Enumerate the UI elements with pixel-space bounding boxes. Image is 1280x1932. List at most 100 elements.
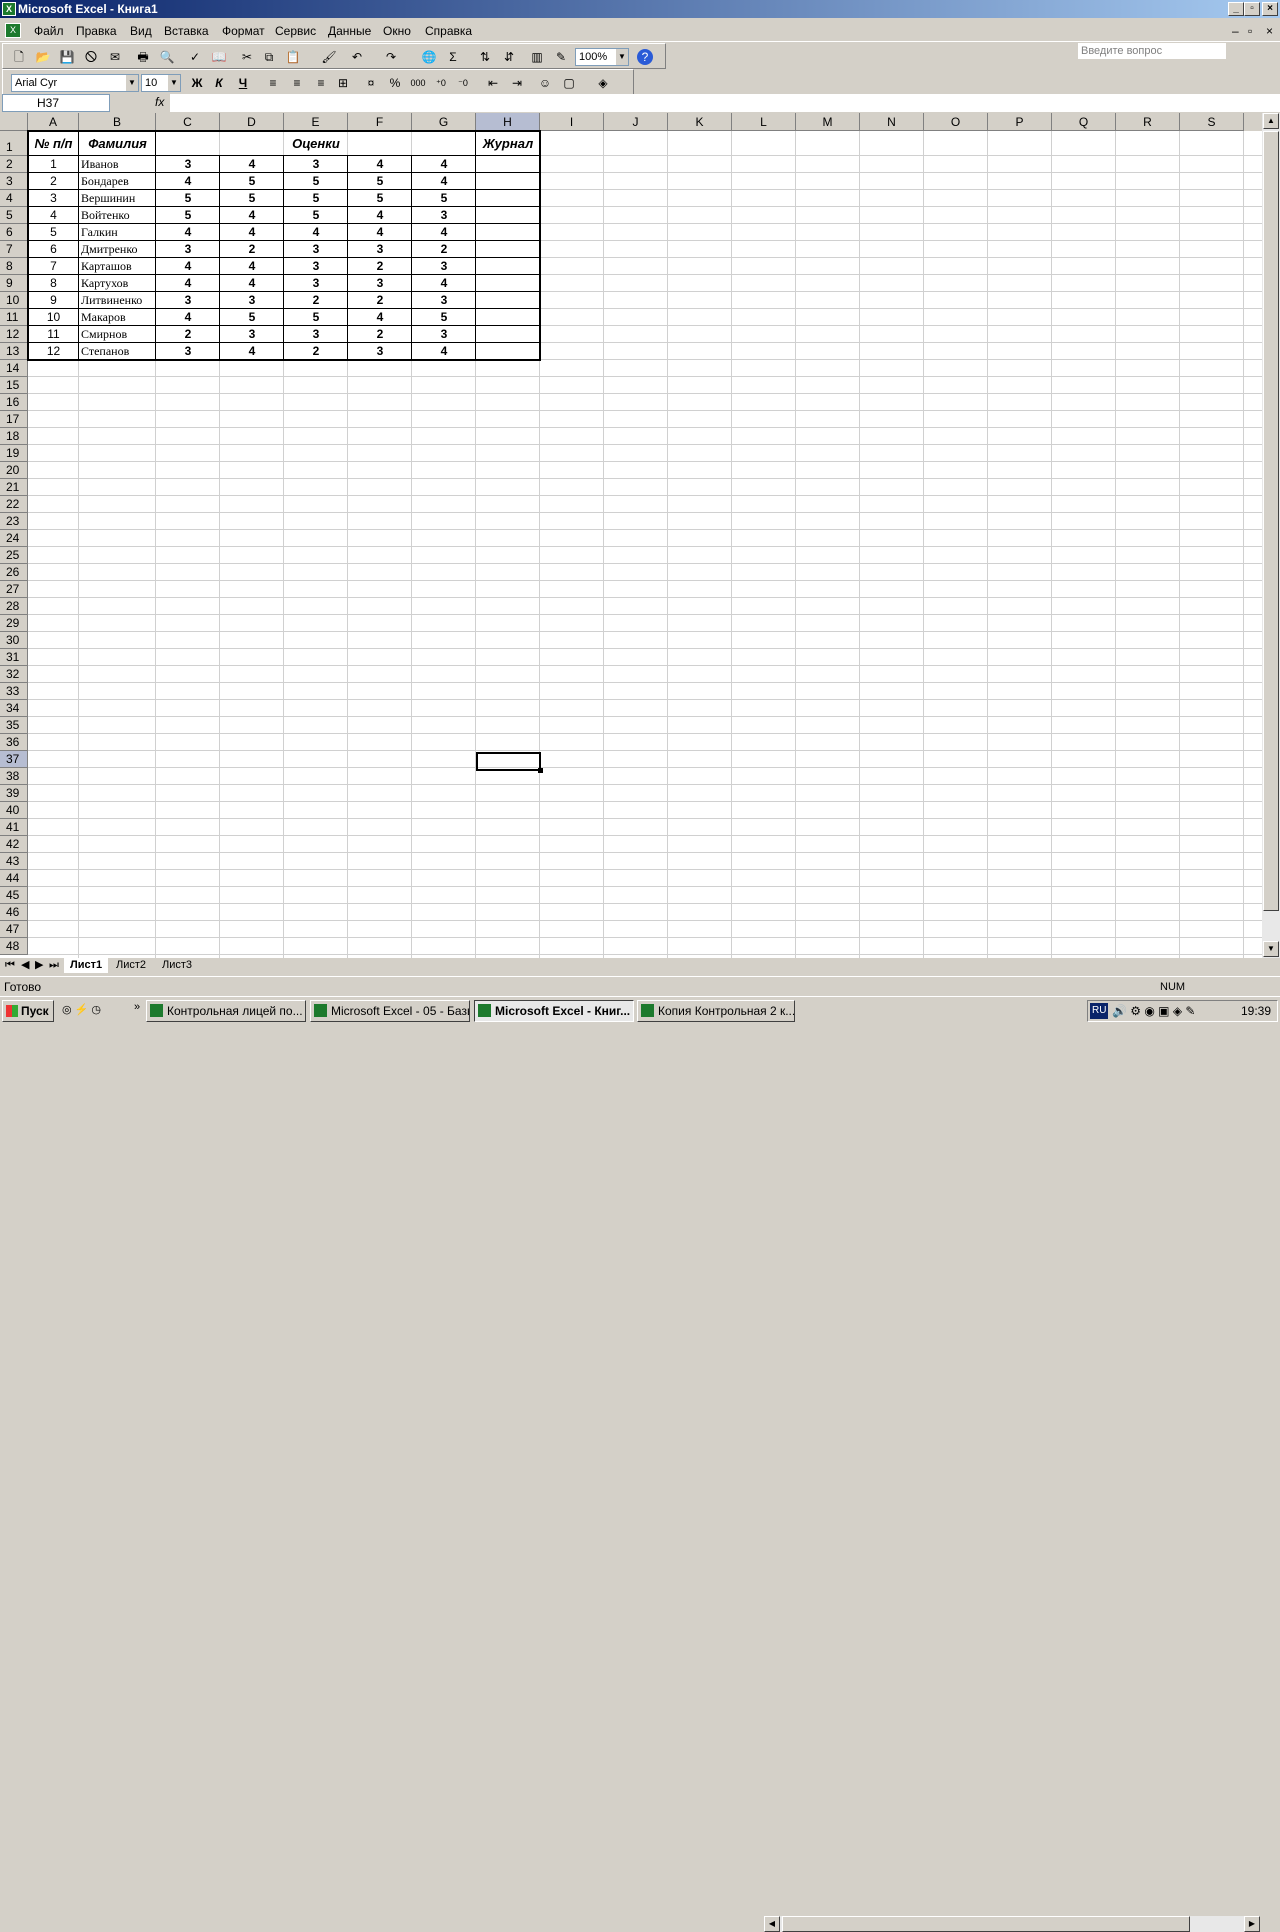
sheet-tab-3[interactable]: Лист3 <box>156 958 198 973</box>
row-header[interactable]: 43 <box>0 853 28 870</box>
active-cell-selection[interactable] <box>476 752 543 773</box>
row-header[interactable]: 44 <box>0 870 28 887</box>
row-header[interactable]: 19 <box>0 445 28 462</box>
help-icon[interactable]: ? <box>637 49 653 65</box>
column-header[interactable]: D <box>220 113 284 131</box>
column-header[interactable]: J <box>604 113 668 131</box>
row-header[interactable]: 45 <box>0 887 28 904</box>
increase-decimal-icon[interactable]: ⁺0 <box>433 75 449 91</box>
row-header[interactable]: 46 <box>0 904 28 921</box>
row-header[interactable]: 31 <box>0 649 28 666</box>
align-center-icon[interactable]: ≡ <box>289 75 305 91</box>
row-header[interactable]: 41 <box>0 819 28 836</box>
task-button-3[interactable]: Microsoft Excel - Книг... <box>474 1000 634 1022</box>
quicklaunch-more-icon[interactable]: » <box>134 1001 140 1013</box>
research-icon[interactable]: 📖 <box>211 49 227 65</box>
column-header[interactable]: B <box>79 113 156 131</box>
font-select[interactable]: Arial Cyr ▼ <box>11 74 139 92</box>
font-size-select[interactable]: 10 ▼ <box>141 74 181 92</box>
row-header[interactable]: 8 <box>0 258 28 275</box>
prev-sheet-icon[interactable]: ◀ <box>18 958 32 973</box>
open-icon[interactable]: 📂 <box>35 49 51 65</box>
row-header[interactable]: 17 <box>0 411 28 428</box>
doc-close-icon[interactable]: × <box>1266 24 1273 38</box>
maximize-button[interactable]: ▫ <box>1244 2 1260 16</box>
percent-button[interactable]: % <box>387 75 403 91</box>
print-icon[interactable]: 🖶 <box>135 49 151 65</box>
new-icon[interactable]: 🗋 <box>11 49 27 65</box>
start-button[interactable]: Пуск <box>2 1000 54 1022</box>
row-header[interactable]: 28 <box>0 598 28 615</box>
formula-input[interactable] <box>170 94 1280 112</box>
row-header[interactable]: 15 <box>0 377 28 394</box>
row-header[interactable]: 35 <box>0 717 28 734</box>
column-header[interactable]: E <box>284 113 348 131</box>
row-header[interactable]: 11 <box>0 309 28 326</box>
row-header[interactable]: 26 <box>0 564 28 581</box>
menu-edit[interactable]: Правка <box>76 24 117 38</box>
merge-center-icon[interactable]: ⊞ <box>335 75 351 91</box>
row-header[interactable]: 10 <box>0 292 28 309</box>
first-sheet-icon[interactable]: ⏮ <box>2 958 18 973</box>
sort-ascending-icon[interactable]: ⇅ <box>477 49 493 65</box>
copy-icon[interactable]: ⧉ <box>261 49 277 65</box>
column-header[interactable]: M <box>796 113 860 131</box>
worksheet-grid[interactable]: ABCDEFGHIJKLMNOPQRS 1 2 3 4 5 6 7 8 9 10 11 12 13 14 1… <box>0 113 1262 958</box>
row-header[interactable]: 32 <box>0 666 28 683</box>
h-scroll-thumb[interactable] <box>782 1916 1190 1932</box>
row-header[interactable]: 37 <box>0 751 28 768</box>
row-header[interactable]: 7 <box>0 241 28 258</box>
borders-icon[interactable]: ▢ <box>561 75 577 91</box>
decrease-indent-icon[interactable]: ⇤ <box>485 75 501 91</box>
row-header[interactable]: 40 <box>0 802 28 819</box>
hyperlink-icon[interactable]: 🌐 <box>421 49 437 65</box>
row-header[interactable]: 38 <box>0 768 28 785</box>
row-header[interactable]: 33 <box>0 683 28 700</box>
undo-icon[interactable]: ↶ <box>349 49 365 65</box>
name-box[interactable]: H37 <box>2 94 110 112</box>
row-header[interactable]: 9 <box>0 275 28 292</box>
paste-icon[interactable]: 📋 <box>285 49 301 65</box>
column-header[interactable]: O <box>924 113 988 131</box>
doc-minimize-icon[interactable]: – <box>1232 24 1239 38</box>
sheet-tab-2[interactable]: Лист2 <box>110 958 152 973</box>
align-left-icon[interactable]: ≡ <box>265 75 281 91</box>
row-header[interactable]: 21 <box>0 479 28 496</box>
vertical-scrollbar[interactable]: ▲ ▼ <box>1262 113 1280 958</box>
row-header[interactable]: 34 <box>0 700 28 717</box>
column-header[interactable]: P <box>988 113 1052 131</box>
underline-button[interactable]: Ч <box>235 75 251 91</box>
row-header[interactable]: 14 <box>0 360 28 377</box>
language-indicator[interactable]: RU <box>1090 1003 1109 1019</box>
scroll-down-icon[interactable]: ▼ <box>1263 941 1279 957</box>
column-header[interactable]: L <box>732 113 796 131</box>
help-search-input[interactable]: Введите вопрос <box>1077 42 1227 60</box>
task-button-2[interactable]: Microsoft Excel - 05 - Базы <box>310 1000 470 1022</box>
fill-color-icon[interactable]: ◈ <box>595 75 611 91</box>
last-sheet-icon[interactable]: ⏭ <box>46 958 62 973</box>
smiley-icon[interactable]: ☺ <box>537 75 553 91</box>
drawing-icon[interactable]: ✎ <box>553 49 569 65</box>
select-all-corner[interactable] <box>0 113 28 131</box>
doc-restore-icon[interactable]: ▫ <box>1248 24 1252 38</box>
scroll-thumb[interactable] <box>1263 131 1279 911</box>
column-header[interactable]: C <box>156 113 220 131</box>
cut-icon[interactable]: ✂ <box>239 49 255 65</box>
save-icon[interactable]: 💾 <box>59 49 75 65</box>
print-preview-icon[interactable]: 🔍 <box>159 49 175 65</box>
horizontal-scrollbar[interactable]: ◀ ▶ <box>764 1916 1260 1932</box>
redo-icon[interactable]: ↷ <box>383 49 399 65</box>
scroll-right-icon[interactable]: ▶ <box>1244 1916 1260 1932</box>
align-right-icon[interactable]: ≡ <box>313 75 329 91</box>
document-icon[interactable]: X <box>5 23 21 38</box>
menu-view[interactable]: Вид <box>130 24 152 38</box>
currency-icon[interactable]: ¤ <box>363 75 379 91</box>
row-header[interactable]: 47 <box>0 921 28 938</box>
column-header[interactable]: K <box>668 113 732 131</box>
zoom-select[interactable]: 100% ▼ <box>575 48 629 66</box>
menu-format[interactable]: Формат <box>222 24 265 38</box>
row-header[interactable]: 5 <box>0 207 28 224</box>
spelling-icon[interactable]: ✓ <box>187 49 203 65</box>
sheet-tab-1[interactable]: Лист1 <box>64 958 109 973</box>
row-header[interactable]: 20 <box>0 462 28 479</box>
